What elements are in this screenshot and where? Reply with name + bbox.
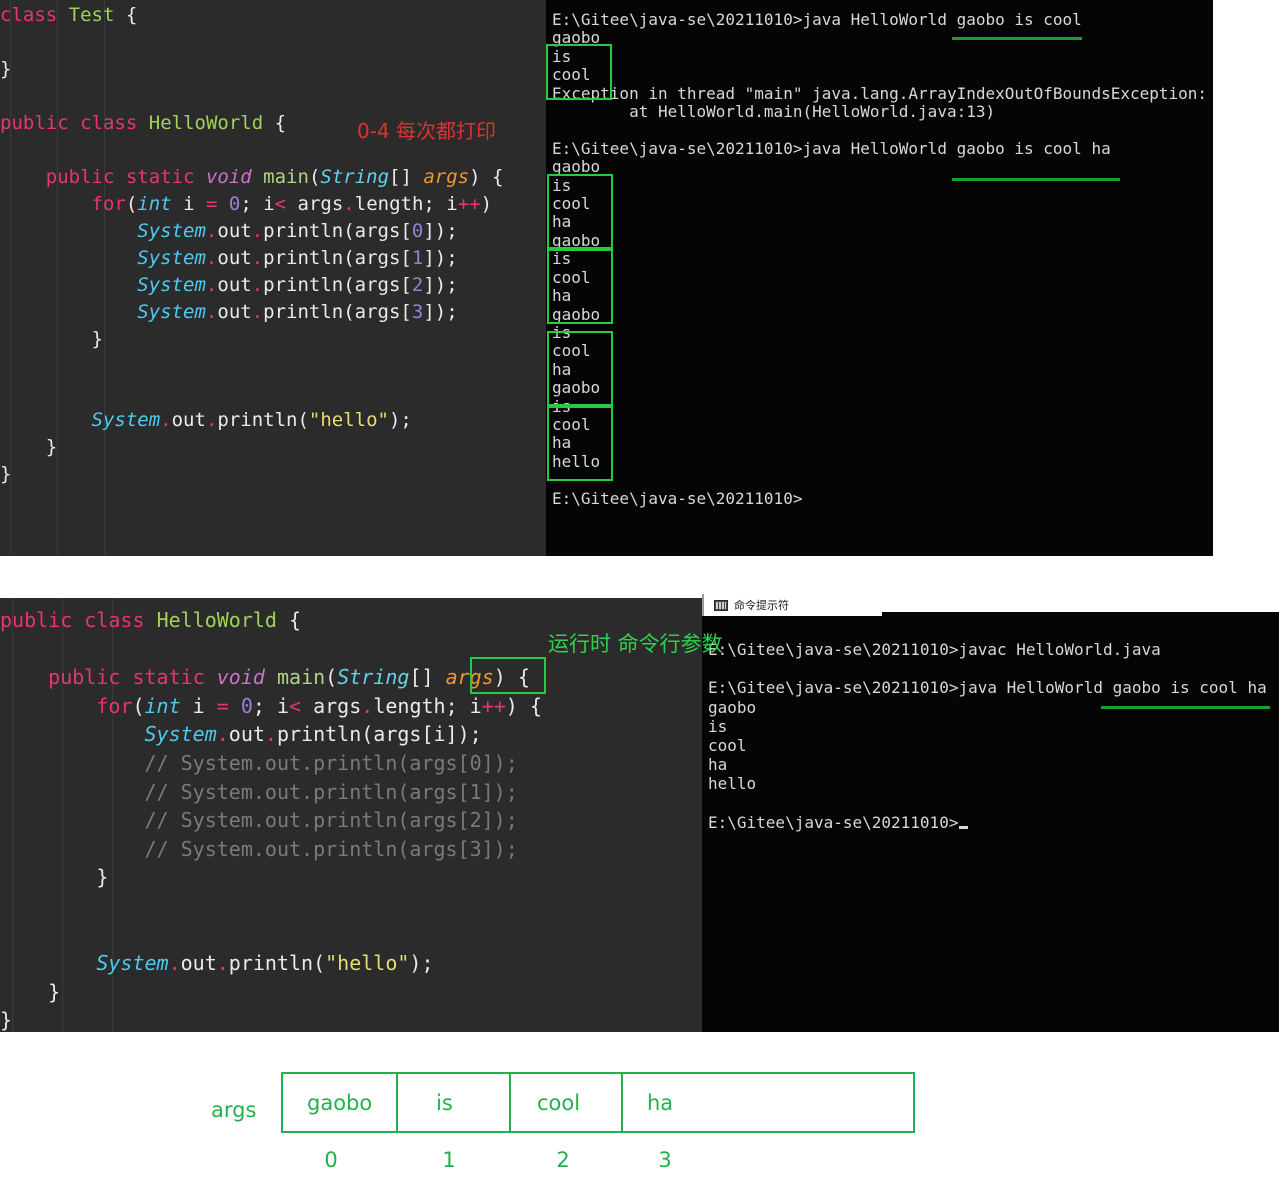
terminal-line: is <box>552 249 572 269</box>
terminal-line: is <box>552 322 572 342</box>
code-line: System.out.println("hello"); <box>91 409 412 431</box>
array-index-label: 0 <box>324 1148 338 1172</box>
window-title-text: 命令提示符 <box>734 599 789 612</box>
terminal-line: hello <box>708 774 757 794</box>
panel1-output-box-2 <box>547 249 613 324</box>
code-line: System.out.println(args[3]); <box>137 301 458 323</box>
terminal-line: Exception in thread "main" java.lang.Arr… <box>552 83 1208 103</box>
code-line: public static void main(String[] args) { <box>48 665 530 690</box>
code-line: } <box>45 436 58 458</box>
panel1-output-box-3 <box>547 331 613 406</box>
code-line: System.out.println(args[1]); <box>137 247 458 269</box>
terminal-line: is <box>552 396 572 416</box>
panel2-code-editor[interactable]: public class HelloWorld { public static … <box>0 598 702 1032</box>
code-line: System.out.println(args[2]); <box>137 274 458 296</box>
terminal-line: ha <box>552 433 572 453</box>
terminal-line: is <box>708 716 728 736</box>
array-cells-row: gaobo is cool ha <box>281 1072 915 1133</box>
panel1-underline-args2 <box>952 178 1120 181</box>
code-line: } <box>0 463 12 485</box>
panel2-args-highlight-box <box>470 657 546 694</box>
panel1-annotation: 0-4 每次都打印 <box>357 119 497 143</box>
terminal-line: hello <box>552 451 601 471</box>
code-line: public class HelloWorld { <box>0 608 302 632</box>
prompt-text: E:\Gitee\java-se\20211010> <box>708 812 959 832</box>
panel2-underline-args <box>1101 706 1270 709</box>
code-line: System.out.println(args[i]); <box>144 722 482 747</box>
code-line: class Test { <box>0 4 138 26</box>
terminal-line: gaobo <box>552 28 601 48</box>
terminal-cursor <box>959 825 969 829</box>
panel1-output-box-0 <box>546 44 612 100</box>
array-diagram: args gaobo is cool ha 0 1 2 3 <box>0 1040 1279 1181</box>
terminal-line: E:\Gitee\java-se\20211010>javac HelloWor… <box>708 640 1161 659</box>
array-index-label: 3 <box>658 1148 672 1172</box>
code-line: public static void main(String[] args) { <box>45 166 504 188</box>
terminal-line: ha <box>552 212 572 232</box>
code-line: } <box>0 1008 13 1032</box>
code-line: // System.out.println(args[0]); <box>0 750 518 775</box>
code-line: System.out.println(args[0]); <box>137 220 458 242</box>
code-line: System.out.println("hello"); <box>96 951 434 976</box>
panel1-code-editor[interactable]: class Test { } public class HelloWorld {… <box>0 0 546 556</box>
panel2-terminal[interactable]: E:\Gitee\java-se\20211010>javac HelloWor… <box>702 612 1279 1032</box>
code-line: // System.out.println(args[1]); <box>0 779 518 804</box>
terminal-line: cool <box>552 267 591 287</box>
console-icon <box>714 599 728 611</box>
code-line: for(int i = 0; i< args.length; i++) { <box>96 693 542 718</box>
terminal-line: cool <box>552 341 591 361</box>
code-line: } <box>96 865 109 890</box>
code-line: } <box>48 979 61 1004</box>
terminal-line: cool <box>552 65 591 85</box>
terminal-line: at HelloWorld.main(HelloWorld.java:13) <box>552 102 996 122</box>
panel2-annotation: 运行时 命令行参数 <box>548 632 723 656</box>
code-line: for(int i = 0; i< args.length; i++) <box>91 193 493 215</box>
array-cell: is <box>398 1074 511 1131</box>
panel1-underline-args1 <box>952 37 1082 40</box>
code-line: } <box>0 58 12 80</box>
terminal-line: cool <box>552 194 591 214</box>
terminal-line: gaobo <box>552 230 601 250</box>
screenshot-root: class Test { } public class HelloWorld {… <box>0 0 1279 1181</box>
array-name-label: args <box>211 1098 257 1122</box>
array-cell: ha <box>647 1090 674 1115</box>
array-cell: gaobo <box>283 1074 398 1131</box>
code-line: // System.out.println(args[2]); <box>0 808 518 833</box>
terminal-line: cool <box>708 736 747 756</box>
code-line: // System.out.println(args[3]); <box>0 836 518 861</box>
terminal-line: gaobo <box>552 157 601 177</box>
terminal-line: E:\Gitee\java-se\20211010>java HelloWorl… <box>552 138 1111 158</box>
panel1-output-box-4 <box>547 406 613 481</box>
terminal-line: ha <box>708 755 728 775</box>
array-index-label: 2 <box>556 1148 570 1172</box>
terminal-line: gaobo <box>552 304 601 324</box>
terminal-line: is <box>552 46 572 66</box>
terminal-line: E:\Gitee\java-se\20211010> <box>708 813 1267 832</box>
panel1-output-box-1 <box>547 174 613 249</box>
terminal-line: gaobo <box>552 378 601 398</box>
code-line: } <box>91 328 103 350</box>
array-index-label: 1 <box>442 1148 456 1172</box>
panel1-terminal[interactable]: E:\Gitee\java-se\20211010>java HelloWorl… <box>546 0 1213 556</box>
terminal-line: cool <box>552 414 591 434</box>
array-cell: cool <box>511 1074 623 1131</box>
terminal-window-titlebar[interactable]: 命令提示符 <box>702 594 882 616</box>
terminal-line: E:\Gitee\java-se\20211010> <box>552 488 803 508</box>
terminal-line: ha <box>552 359 572 379</box>
terminal-line: E:\Gitee\java-se\20211010>java HelloWorl… <box>708 678 1267 698</box>
terminal-line: E:\Gitee\java-se\20211010>java HelloWorl… <box>552 10 1082 29</box>
terminal-line: ha <box>552 286 572 306</box>
